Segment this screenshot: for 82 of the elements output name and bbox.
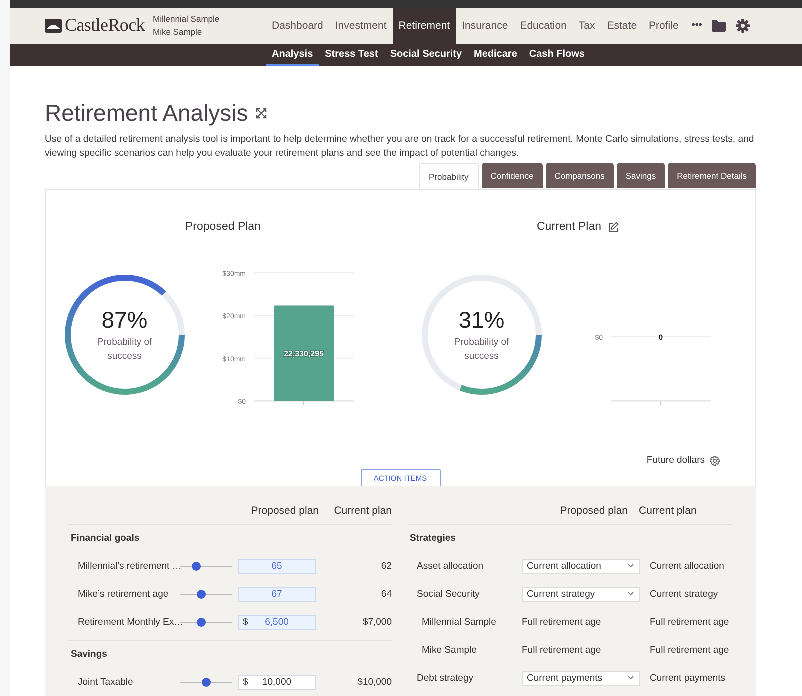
percent-value: 31% <box>458 306 505 334</box>
subnav-tab[interactable]: Analysis <box>266 44 320 66</box>
subnav-tab[interactable]: Cash Flows <box>523 44 591 66</box>
row-label: Millennial’s retirement … <box>77 560 180 572</box>
input-field[interactable]: $ 6,500 <box>238 614 316 630</box>
plan-title: Current Plan <box>536 221 602 234</box>
current-value: 64 <box>380 588 392 600</box>
brand-name: CastleRock <box>65 15 145 36</box>
settings-icon[interactable] <box>736 18 750 33</box>
row-label: Debt strategy <box>416 672 474 684</box>
slider-thumb[interactable] <box>202 678 211 686</box>
tab[interactable]: Savings <box>616 163 666 188</box>
percent-value: 87% <box>102 306 148 334</box>
nav-tab[interactable]: Retirement <box>392 8 456 44</box>
proposed-value: Full retirement age <box>522 644 602 656</box>
nav-tab[interactable]: Profile <box>643 8 685 44</box>
bar-value-label: 22,330,295 <box>284 349 324 358</box>
current-value: Current allocation <box>650 560 726 572</box>
display-setting-label: Future dollars <box>646 455 705 466</box>
subnav-tab[interactable]: Social Security <box>384 44 468 66</box>
chevron-down-icon <box>628 564 634 568</box>
house-logo-icon <box>45 18 62 33</box>
gauge-caption: Probability of success <box>96 336 154 364</box>
edit-icon[interactable] <box>608 222 619 233</box>
row-label: Retirement Monthly Ex… <box>77 616 180 628</box>
nav-tab[interactable]: Dashboard <box>266 8 330 44</box>
section-title: Strategies <box>409 532 457 546</box>
column-header: Proposed plan <box>559 504 629 516</box>
row-label: Joint Taxable <box>77 676 134 688</box>
current-value: Current strategy <box>650 588 720 600</box>
slider[interactable] <box>180 562 232 570</box>
subnav-tab[interactable]: Stress Test <box>319 44 384 66</box>
user-name: Millennial Sample <box>153 14 221 24</box>
settings-icon[interactable] <box>710 456 720 466</box>
current-value: 62 <box>380 560 392 572</box>
tab[interactable]: Retirement Details <box>668 163 756 188</box>
chevron-down-icon <box>628 592 634 596</box>
current-value: Current payments <box>650 672 727 684</box>
row-label: Social Security <box>416 588 481 600</box>
current-value: Full retirement age <box>650 616 730 628</box>
gauge-caption: Probability of success <box>453 336 510 364</box>
slider[interactable] <box>180 590 232 598</box>
proposed-value: Full retirement age <box>522 616 602 628</box>
nav-tab[interactable]: Estate <box>601 8 644 44</box>
nav-tab[interactable]: Insurance <box>456 8 514 44</box>
dropdown[interactable]: Current strategy <box>522 586 640 602</box>
row-label: Mike’s retirement age <box>77 588 170 600</box>
row-label: Millennial Sample <box>421 616 498 628</box>
page-title: Retirement Analysis <box>45 100 248 128</box>
dropdown[interactable]: Current payments <box>522 670 640 686</box>
current-value: Full retirement age <box>650 644 730 656</box>
section-title: Savings <box>70 648 108 662</box>
chevron-down-icon <box>628 676 634 680</box>
slider-thumb[interactable] <box>196 618 206 626</box>
input-field[interactable]: 67 <box>238 586 316 602</box>
more-menu-button[interactable]: ••• <box>684 8 710 44</box>
tab[interactable]: Comparisons <box>546 163 614 188</box>
column-header: Current plan <box>333 504 392 516</box>
user-name: Mike Sample <box>153 27 204 38</box>
expand-icon[interactable] <box>256 108 268 120</box>
subnav-tab[interactable]: Medicare <box>468 44 524 66</box>
slider-thumb[interactable] <box>196 590 206 598</box>
description-text: Use of a detailed retirement analysis tool is important to help determine whether you are on track for a successful retirement. Monte Carlo simulations, stress tests, and viewing specific scenarios can help you evaluate your retirement plans and see the impact of potential changes. <box>45 133 756 162</box>
current-value: $10,000 <box>356 676 392 688</box>
slider[interactable] <box>180 678 232 686</box>
plan-title: Proposed Plan <box>186 221 261 234</box>
tab[interactable]: Probability <box>419 163 479 190</box>
tab[interactable]: Confidence <box>482 163 543 188</box>
column-header: Current plan <box>638 504 698 516</box>
nav-tab[interactable]: Tax <box>572 8 602 44</box>
column-header: Proposed plan <box>250 504 320 516</box>
row-label: Mike Sample <box>421 644 478 656</box>
input-field[interactable]: 65 <box>238 558 316 574</box>
row-label: Asset allocation <box>416 560 485 572</box>
input-field[interactable]: $ 10,000 <box>238 674 316 690</box>
nav-tab[interactable]: Education <box>514 8 573 44</box>
folder-icon[interactable] <box>712 20 726 32</box>
dropdown[interactable]: Current allocation <box>522 558 640 574</box>
slider-thumb[interactable] <box>192 562 201 570</box>
section-title: Financial goals <box>70 532 141 546</box>
current-value: $7,000 <box>362 616 392 628</box>
nav-tab[interactable]: Investment <box>329 8 393 44</box>
